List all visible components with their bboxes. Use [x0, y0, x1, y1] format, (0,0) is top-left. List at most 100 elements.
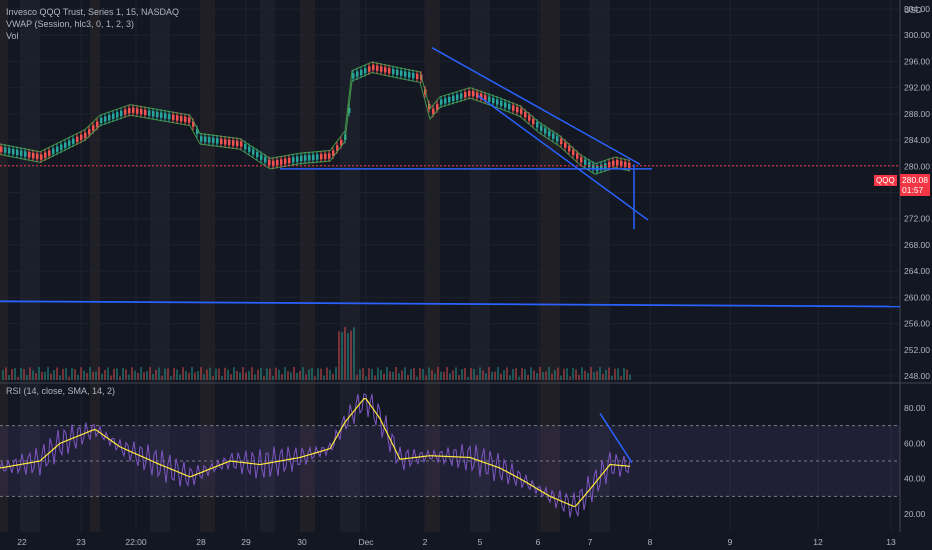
volume-bar: [470, 368, 472, 380]
rsi-tick-label: 60.00: [904, 438, 926, 448]
volume-bar: [548, 367, 550, 380]
candle-body: [456, 94, 459, 100]
volume-bar: [560, 375, 562, 380]
candle-body: [176, 115, 179, 121]
volume-bar: [392, 371, 394, 380]
candle-body: [588, 162, 591, 168]
volume-bar: [578, 374, 580, 380]
volume-bar: [350, 330, 352, 380]
candle-body: [508, 103, 511, 110]
volume-bar: [359, 369, 361, 380]
volume-bar: [38, 367, 40, 380]
volume-bar: [461, 369, 463, 380]
time-axis-label: 28: [196, 537, 206, 547]
candle-body: [232, 140, 235, 146]
candle-body: [492, 97, 495, 104]
volume-bar: [596, 371, 598, 380]
volume-bar: [554, 369, 556, 380]
volume-bar: [599, 367, 601, 380]
candle-body: [432, 108, 435, 115]
candle-body: [280, 159, 283, 165]
volume-bar: [233, 367, 235, 380]
candle-body: [68, 140, 71, 146]
candle-body: [496, 99, 499, 105]
volume-bar: [266, 368, 268, 380]
candle-body: [316, 154, 319, 160]
volume-bar: [128, 374, 130, 380]
volume-bar: [191, 367, 193, 380]
candle-body: [188, 117, 191, 123]
price-tick-label: 300.00: [904, 30, 930, 40]
rsi-legend[interactable]: RSI (14, close, SMA, 14, 2): [6, 386, 115, 396]
volume-bar: [452, 370, 454, 380]
volume-bar: [380, 370, 382, 380]
candle-body: [476, 92, 479, 98]
volume-bar: [617, 368, 619, 380]
candle-body: [60, 144, 63, 150]
volume-bar: [26, 375, 28, 380]
candle-body: [168, 113, 171, 120]
volume-bar: [92, 372, 94, 380]
volume-bar: [353, 327, 355, 380]
volume-bar: [410, 369, 412, 380]
volume-bar: [245, 372, 247, 380]
candle-body: [296, 156, 299, 162]
volume-bar: [41, 371, 43, 380]
candle-body: [172, 114, 175, 120]
candle-body: [116, 112, 119, 118]
time-axis-label: 22:00: [125, 537, 147, 547]
volume-bar: [383, 373, 385, 380]
symbol-price-tag: QQQ: [874, 175, 897, 186]
chart-canvas[interactable]: 304.00300.00296.00292.00288.00284.00280.…: [0, 0, 932, 550]
currency-label[interactable]: USD: [904, 5, 922, 15]
candle-body: [0, 146, 3, 152]
volume-bar: [479, 367, 481, 380]
candle-body: [468, 90, 471, 97]
candle-body: [8, 148, 11, 154]
volume-bar: [428, 367, 430, 380]
candle-body: [548, 130, 551, 137]
volume-bar: [185, 370, 187, 380]
volume-bar: [602, 373, 604, 380]
volume-bar: [287, 371, 289, 380]
vwap-legend[interactable]: VWAP (Session, hlc3, 0, 1, 2, 3): [6, 18, 134, 30]
candle-body: [320, 154, 323, 160]
volume-bar: [236, 370, 238, 380]
volume-bar: [527, 374, 529, 380]
price-tick-label: 292.00: [904, 83, 930, 93]
volume-bar: [545, 371, 547, 380]
candle-body: [12, 148, 15, 155]
volume-bar: [494, 371, 496, 380]
volume-bar: [23, 369, 25, 380]
candle-body: [572, 149, 575, 156]
volume-bar: [587, 372, 589, 380]
candle-body: [100, 117, 103, 124]
candle-body: [552, 133, 555, 139]
volume-bar: [314, 376, 316, 380]
symbol-title[interactable]: Invesco QQQ Trust, Series 1, 15, NASDAQ: [6, 6, 179, 18]
volume-bar: [59, 375, 61, 380]
candle-body: [444, 98, 447, 104]
volume-bar: [200, 367, 202, 380]
volume-bar: [242, 367, 244, 380]
volume-bar: [134, 370, 136, 380]
candle-body: [452, 95, 455, 102]
volume-bar: [251, 367, 253, 380]
volume-bar: [137, 372, 139, 380]
volume-bar: [20, 368, 22, 380]
volume-bar: [341, 332, 343, 380]
volume-bar: [56, 367, 58, 380]
candle-body: [264, 157, 267, 163]
volume-bar: [305, 374, 307, 380]
candle-body: [84, 132, 87, 138]
volume-legend[interactable]: Vol: [6, 30, 19, 42]
candle-body: [76, 136, 79, 142]
candle-body: [240, 141, 243, 147]
candle-body: [352, 73, 355, 79]
volume-bar: [521, 367, 523, 380]
volume-bar: [377, 367, 379, 380]
candle-body: [564, 142, 567, 148]
volume-bar: [158, 367, 160, 380]
candle-body: [140, 109, 143, 115]
candle-body: [88, 129, 91, 135]
